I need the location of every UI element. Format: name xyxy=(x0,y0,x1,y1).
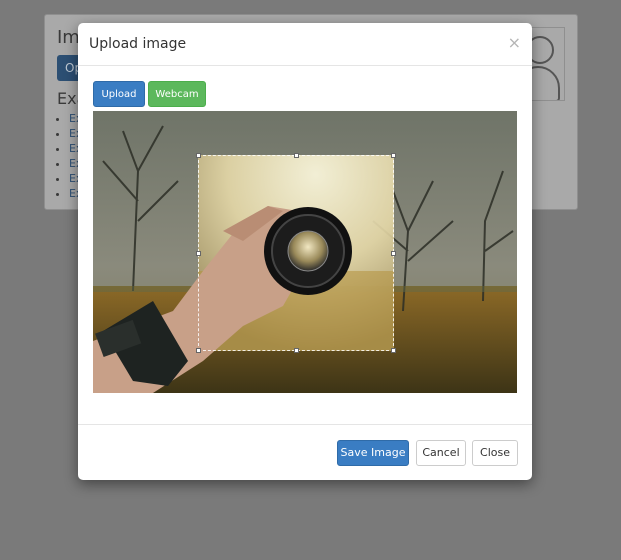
save-image-button[interactable]: Save Image xyxy=(337,440,409,466)
crop-handle-ne[interactable] xyxy=(391,153,396,158)
webcam-tab-button[interactable]: Webcam xyxy=(148,81,206,107)
crop-handle-se[interactable] xyxy=(391,348,396,353)
crop-handle-sw[interactable] xyxy=(196,348,201,353)
crop-handle-s[interactable] xyxy=(294,348,299,353)
crop-handle-n[interactable] xyxy=(294,153,299,158)
modal-header: Upload image × xyxy=(78,23,532,66)
cancel-button[interactable]: Cancel xyxy=(416,440,466,466)
modal-title: Upload image xyxy=(89,36,187,52)
close-icon[interactable]: × xyxy=(508,33,521,52)
image-preview xyxy=(93,111,517,393)
crop-handle-w[interactable] xyxy=(196,251,201,256)
upload-tab-button[interactable]: Upload xyxy=(93,81,145,107)
upload-image-modal: Upload image × Upload Webcam Save Image … xyxy=(78,23,532,480)
crop-handle-e[interactable] xyxy=(391,251,396,256)
close-button[interactable]: Close xyxy=(472,440,518,466)
crop-selection-box[interactable] xyxy=(196,153,396,353)
crop-handle-nw[interactable] xyxy=(196,153,201,158)
modal-footer: Save Image Cancel Close xyxy=(78,424,532,480)
